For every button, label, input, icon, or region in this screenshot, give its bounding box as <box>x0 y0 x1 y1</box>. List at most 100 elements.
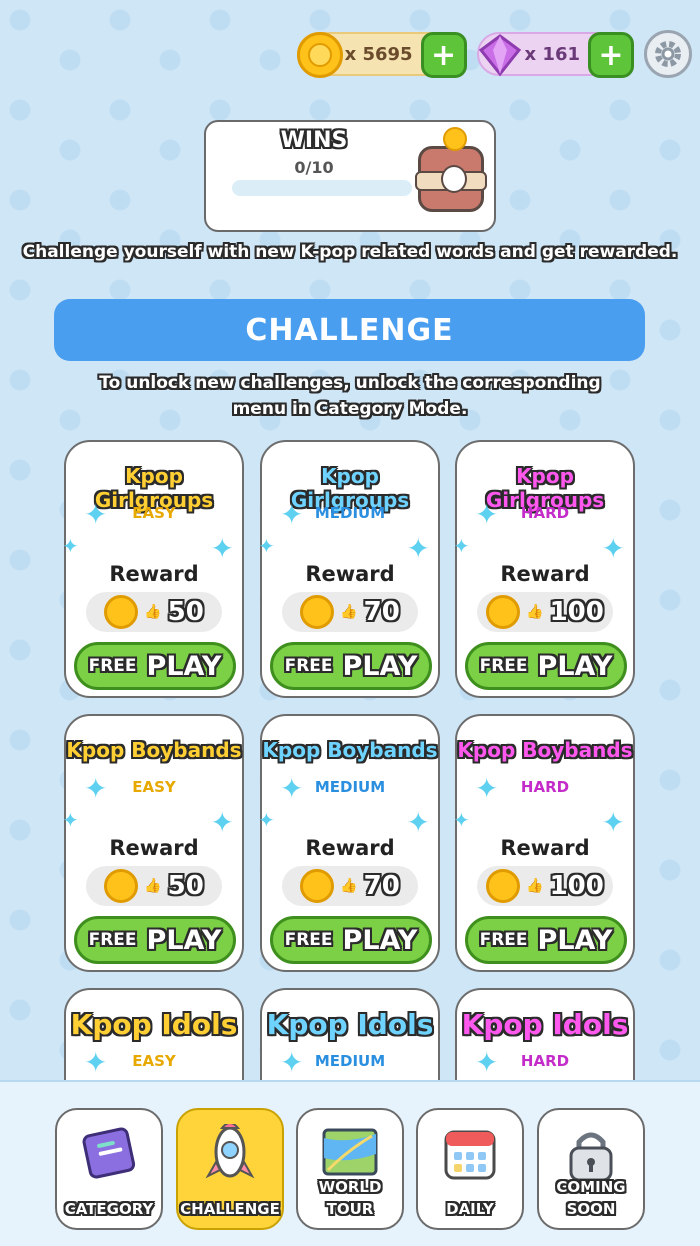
unlock-hint: To unlock new challenges, unlock the cor… <box>99 373 601 419</box>
sparkle-icon: ✦ <box>64 808 79 832</box>
nav-label: WORLD TOUR <box>318 1178 382 1218</box>
card-category: Kpop Idols <box>70 1008 238 1041</box>
play-label: PLAY <box>146 924 222 956</box>
sparkle-icon: ✦ <box>475 498 499 531</box>
currency-bar: x 5695 + x 161 + <box>296 30 692 78</box>
reward-value: 70 <box>363 597 400 627</box>
add-gems-button[interactable]: + <box>588 32 634 78</box>
free-label: FREE <box>479 930 528 950</box>
sparkle-icon: ✦ <box>210 806 234 839</box>
sparkle-icon: ✦ <box>84 772 108 805</box>
bottom-navigation: CATEGORY CHALLENGE WORLD TOUR DAILY COMI… <box>0 1080 700 1246</box>
challenge-banner: CHALLENGE <box>54 299 645 361</box>
reward-label: Reward <box>500 562 590 586</box>
coin-icon <box>296 32 343 78</box>
gem-count: x 161 <box>524 43 580 65</box>
nav-label: COMING SOON <box>556 1178 626 1218</box>
coin-icon <box>443 127 467 151</box>
play-label: PLAY <box>146 650 222 682</box>
play-label: PLAY <box>537 924 613 956</box>
card-category: Kpop Boybands <box>66 738 242 762</box>
thumb-icon: 👍 <box>526 878 544 894</box>
play-label: PLAY <box>537 650 613 682</box>
nav-world-tour[interactable]: WORLD TOUR <box>296 1108 404 1230</box>
play-label: PLAY <box>342 924 418 956</box>
settings-button[interactable] <box>644 30 692 78</box>
challenge-card: Kpop Idols HARD ✦ <box>455 988 635 1080</box>
rocket-icon <box>198 1124 262 1184</box>
nav-category[interactable]: CATEGORY <box>55 1108 163 1230</box>
add-coins-button[interactable]: + <box>420 32 467 78</box>
gear-icon <box>655 41 681 67</box>
nav-daily[interactable]: DAILY <box>416 1108 524 1230</box>
free-play-button[interactable]: FREE PLAY <box>74 916 236 964</box>
free-play-button[interactable]: FREE PLAY <box>465 642 627 690</box>
sparkle-icon: ✦ <box>258 534 275 558</box>
sparkle-icon: ✦ <box>280 1046 304 1079</box>
nav-challenge[interactable]: CHALLENGE <box>176 1108 284 1230</box>
sparkle-icon: ✦ <box>258 808 275 832</box>
reward-value: 100 <box>549 871 604 901</box>
coin-count: x 5695 <box>344 43 413 65</box>
challenge-card: Kpop Boybands MEDIUM ✦ ✦ ✦ Reward 👍 70 F… <box>258 714 440 972</box>
reward-label: Reward <box>500 836 590 860</box>
coin-icon <box>300 595 335 629</box>
reward-value: 50 <box>167 597 204 627</box>
thumb-icon: 👍 <box>340 878 358 894</box>
reward-amount: 👍 50 <box>86 866 222 906</box>
nav-coming-soon[interactable]: COMING SOON <box>537 1108 645 1230</box>
challenge-card: Kpop Girlgroups HARD ✦ ✦ ✦ Reward 👍 100 … <box>453 440 635 698</box>
nav-label: DAILY <box>446 1200 494 1218</box>
sparkle-icon: ✦ <box>475 1046 499 1079</box>
free-label: FREE <box>284 656 333 676</box>
free-play-button[interactable]: FREE PLAY <box>270 916 432 964</box>
free-label: FREE <box>88 656 137 676</box>
free-play-button[interactable]: FREE PLAY <box>270 642 432 690</box>
coin-icon <box>300 869 335 903</box>
reward-value: 100 <box>549 597 604 627</box>
wins-progress-bar <box>232 180 412 196</box>
sparkle-icon: ✦ <box>601 532 625 565</box>
reward-amount: 👍 70 <box>282 866 418 906</box>
book-icon <box>77 1124 141 1184</box>
wins-progress-card[interactable]: WINS 0/10 <box>204 120 496 232</box>
free-label: FREE <box>284 930 333 950</box>
free-play-button[interactable]: FREE PLAY <box>465 916 627 964</box>
challenge-card: Kpop Girlgroups MEDIUM ✦ ✦ ✦ Reward 👍 70… <box>258 440 440 698</box>
challenge-grid: Kpop Girlgroups EASY ✦ ✦ ✦ Reward 👍 50 F… <box>64 440 636 1080</box>
coin-balance: x 5695 + <box>296 32 467 78</box>
lock-icon <box>441 165 467 193</box>
sparkle-icon: ✦ <box>64 534 79 558</box>
sparkle-icon: ✦ <box>406 806 430 839</box>
challenge-card: Kpop Girlgroups EASY ✦ ✦ ✦ Reward 👍 50 F… <box>64 440 244 698</box>
sparkle-icon: ✦ <box>475 772 499 805</box>
calendar-icon <box>438 1124 502 1184</box>
coin-icon <box>486 595 521 629</box>
coin-icon <box>104 595 139 629</box>
sparkle-icon: ✦ <box>280 772 304 805</box>
gem-balance: x 161 + <box>476 32 634 78</box>
sparkle-icon: ✦ <box>601 806 625 839</box>
reward-label: Reward <box>305 836 395 860</box>
sparkle-icon: ✦ <box>210 532 234 565</box>
reward-value: 70 <box>363 871 400 901</box>
free-label: FREE <box>479 656 528 676</box>
play-label: PLAY <box>342 650 418 682</box>
lock-icon <box>559 1124 623 1184</box>
sparkle-icon: ✦ <box>453 534 470 558</box>
thumb-icon: 👍 <box>526 604 544 620</box>
thumb-icon: 👍 <box>144 878 162 894</box>
card-category: Kpop Boybands <box>262 738 438 762</box>
nav-label: CHALLENGE <box>180 1200 280 1218</box>
map-icon <box>318 1124 382 1184</box>
reward-amount: 👍 100 <box>477 866 613 906</box>
sparkle-icon: ✦ <box>280 498 304 531</box>
thumb-icon: 👍 <box>340 604 358 620</box>
free-label: FREE <box>88 930 137 950</box>
coin-icon <box>104 869 139 903</box>
wins-title: WINS <box>280 128 348 153</box>
reward-label: Reward <box>305 562 395 586</box>
free-play-button[interactable]: FREE PLAY <box>74 642 236 690</box>
sparkle-icon: ✦ <box>406 532 430 565</box>
reward-chest-icon <box>415 127 487 212</box>
